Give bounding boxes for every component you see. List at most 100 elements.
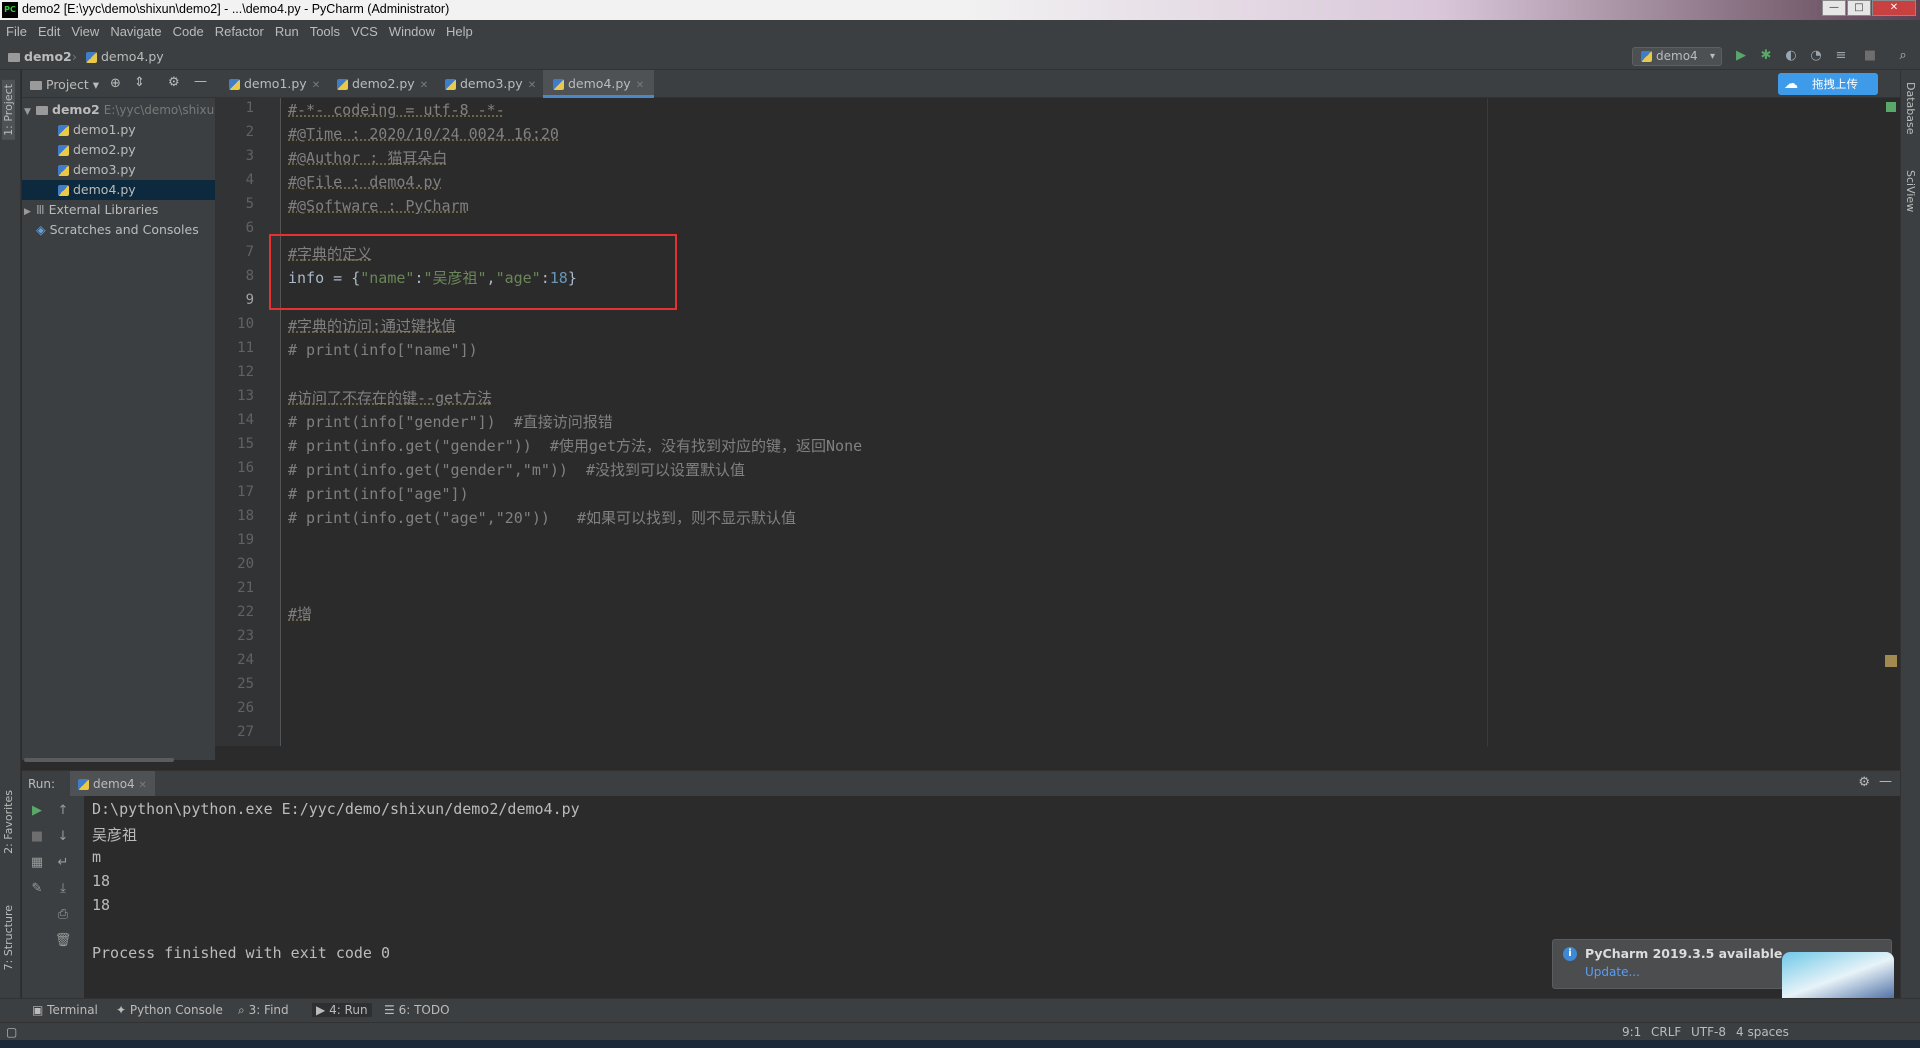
- scroll-marker[interactable]: [1885, 655, 1897, 667]
- stop-icon[interactable]: ■: [28, 828, 46, 846]
- tree-item-scratches[interactable]: ◈ Scratches and Consoles: [22, 220, 215, 240]
- find-tool-button[interactable]: ⌕ 3: Find: [238, 1003, 289, 1018]
- minimize-button[interactable]: —: [1822, 0, 1846, 16]
- search-everywhere-icon[interactable]: ⌕: [1895, 48, 1911, 64]
- tree-item-external-libraries[interactable]: ▶ Ⅲ External Libraries: [22, 200, 215, 220]
- tree-item-demo3-py[interactable]: demo3.py: [22, 160, 215, 180]
- code-line-16: # print(info.get("gender","m")) #没找到可以设置…: [288, 461, 746, 479]
- run-icon: ▶: [316, 1003, 326, 1017]
- tab-demo1[interactable]: demo1.py ✕: [219, 70, 330, 98]
- terminal-tool-button[interactable]: ▣ Terminal: [32, 1003, 98, 1017]
- menu-tools[interactable]: Tools: [310, 24, 340, 39]
- status-toggle-icon[interactable]: ▢: [6, 1025, 17, 1039]
- menu-vcs[interactable]: VCS: [351, 24, 378, 39]
- layout-icon[interactable]: ▦: [28, 854, 46, 872]
- close-tab-icon[interactable]: ✕: [139, 780, 147, 791]
- stop-icon[interactable]: ■: [1862, 48, 1878, 64]
- run-config-dropdown[interactable]: demo4: [1632, 47, 1722, 66]
- file-encoding[interactable]: UTF-8: [1691, 1025, 1726, 1039]
- python-file-icon: [58, 145, 69, 156]
- tab-demo4[interactable]: demo4.py ✕: [543, 70, 655, 98]
- horizontal-scrollbar[interactable]: [24, 758, 174, 762]
- line-number: 27: [237, 724, 254, 740]
- tree-item-demo2[interactable]: ▼ demo2 E:\yyc\demo\shixun: [22, 100, 215, 120]
- inspection-ok-icon[interactable]: [1886, 102, 1896, 112]
- upload-button[interactable]: ☁ 拖拽上传: [1778, 73, 1878, 95]
- menu-code[interactable]: Code: [173, 24, 204, 39]
- tree-item-label: demo2.py: [73, 142, 136, 157]
- run-tab-demo4[interactable]: demo4 ✕: [70, 771, 155, 797]
- pin-icon[interactable]: ✎: [28, 880, 46, 898]
- collapse-all-icon[interactable]: ⇕: [134, 75, 145, 90]
- coverage-icon[interactable]: ◐: [1783, 48, 1799, 64]
- tab-demo2[interactable]: demo2.py ✕: [327, 70, 438, 98]
- menu-window[interactable]: Window: [389, 24, 435, 39]
- profile-icon[interactable]: ◔: [1808, 48, 1824, 64]
- trash-icon[interactable]: 🗑: [54, 932, 72, 950]
- structure-tool-button[interactable]: 7: Structure: [2, 905, 15, 970]
- menu-edit[interactable]: Edit: [38, 24, 60, 39]
- favorites-tool-button[interactable]: 2: Favorites: [2, 790, 15, 854]
- line-number: 13: [237, 388, 254, 404]
- close-tab-icon[interactable]: ✕: [420, 80, 428, 91]
- menu-refactor[interactable]: Refactor: [215, 24, 264, 39]
- locate-icon[interactable]: ⊕: [110, 76, 121, 91]
- down-arrow-icon[interactable]: ↓: [54, 828, 72, 846]
- tree-item-demo1[interactable]: demo1.py: [22, 120, 215, 140]
- print-icon[interactable]: ⎙: [54, 906, 72, 924]
- run-config-label: demo4: [1656, 49, 1698, 63]
- tree-item-demo2-py[interactable]: demo2.py: [22, 140, 215, 160]
- debug-icon[interactable]: ✱: [1758, 48, 1774, 64]
- line-separator[interactable]: CRLF: [1651, 1025, 1681, 1039]
- caret-position[interactable]: 9:1: [1622, 1025, 1641, 1039]
- hide-panel-icon[interactable]: —: [1879, 774, 1892, 789]
- pycharm-app-icon: PC: [2, 2, 18, 18]
- menu-file[interactable]: File: [6, 24, 27, 39]
- menu-help[interactable]: Help: [446, 24, 473, 39]
- menu-run[interactable]: Run: [275, 24, 299, 39]
- breadcrumb-file[interactable]: demo4.py: [86, 49, 164, 64]
- window-title: demo2 [E:\yyc\demo\shixun\demo2] - ...\d…: [22, 2, 450, 16]
- python-file-icon: [86, 52, 97, 63]
- close-tab-icon[interactable]: ✕: [312, 80, 320, 91]
- cloud-icon: ☁: [1784, 76, 1798, 92]
- rerun-icon[interactable]: ▶: [28, 802, 46, 820]
- tab-demo3[interactable]: demo3.py ✕: [435, 70, 546, 98]
- breadcrumb-project[interactable]: demo2: [8, 49, 72, 64]
- folder-icon: [8, 53, 20, 62]
- todo-tool-button[interactable]: ☰ 6: TODO: [384, 1003, 450, 1017]
- editor-tabs-bar: demo1.py ✕ demo2.py ✕ demo3.py ✕ demo4.py ✕ …: [215, 70, 1900, 98]
- folder-icon: [30, 81, 42, 90]
- menu-bar: File Edit View Navigate Code Refactor Ru…: [0, 20, 1920, 42]
- run-tool-button[interactable]: ▶ 4: Run: [312, 1003, 372, 1017]
- python-console-tool-button[interactable]: ✦ Python Console: [116, 1003, 223, 1017]
- gear-icon[interactable]: ⚙: [1858, 775, 1870, 790]
- close-tab-icon[interactable]: ✕: [528, 80, 536, 91]
- close-tab-icon[interactable]: ✕: [636, 80, 644, 91]
- project-view-dropdown[interactable]: Project ▾: [30, 77, 99, 92]
- run-icon[interactable]: ▶: [1733, 48, 1749, 64]
- maximize-button[interactable]: □: [1847, 0, 1871, 16]
- line-number: 9: [245, 292, 254, 308]
- scroll-to-end-icon[interactable]: ⤓: [54, 880, 72, 898]
- soft-wrap-icon[interactable]: ↵: [54, 854, 72, 872]
- update-link[interactable]: Update...: [1585, 965, 1640, 979]
- close-window-button[interactable]: ✕: [1872, 0, 1916, 16]
- menu-navigate[interactable]: Navigate: [110, 24, 161, 39]
- line-number: 21: [237, 580, 254, 596]
- project-tool-button[interactable]: 1: Project: [2, 80, 15, 140]
- up-arrow-icon[interactable]: ↑: [54, 802, 72, 820]
- line-number: 10: [237, 316, 254, 332]
- sciview-tool-button[interactable]: SciView: [1904, 170, 1917, 212]
- concurrency-icon[interactable]: ≡: [1833, 48, 1849, 64]
- code-editor[interactable]: #-*- codeing = utf-8 -*- #@Time : 2020/1…: [282, 98, 1882, 746]
- gear-icon[interactable]: ⚙: [168, 75, 180, 90]
- right-tool-stripe: Database SciView: [1900, 70, 1920, 1026]
- line-number: 7: [245, 244, 254, 260]
- tool-button-label: 3: Find: [248, 1003, 289, 1017]
- tree-item-demo4-py[interactable]: demo4.py: [22, 180, 215, 200]
- database-tool-button[interactable]: Database: [1904, 82, 1917, 135]
- indent-setting[interactable]: 4 spaces: [1736, 1025, 1789, 1039]
- hide-panel-icon[interactable]: —: [194, 74, 207, 89]
- menu-view[interactable]: View: [71, 24, 99, 39]
